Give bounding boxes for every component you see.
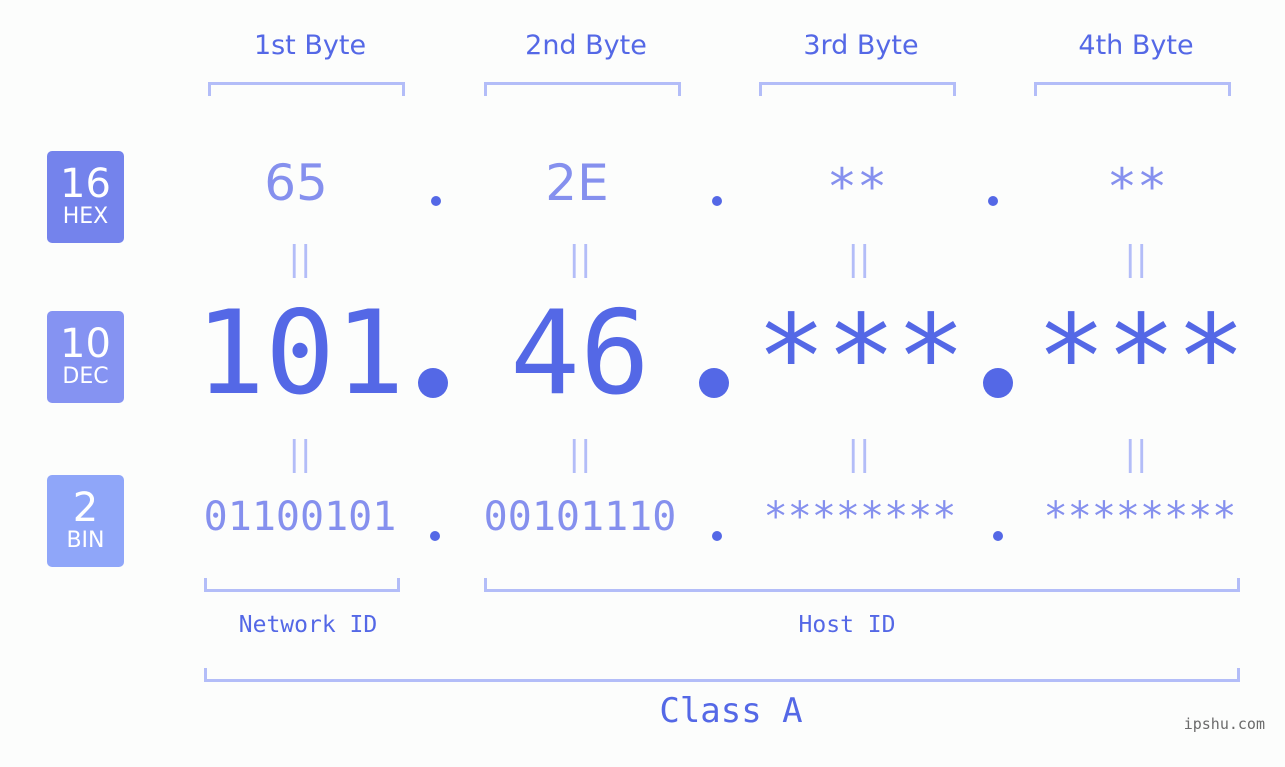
dec-value-2: 46 <box>510 286 650 421</box>
hex-value-2: 2E <box>545 154 609 212</box>
bin-badge: 2 BIN <box>47 475 124 567</box>
class-bracket <box>204 668 1240 682</box>
byte-title-2: 2nd Byte <box>525 30 647 61</box>
hex-separator-dot <box>431 196 441 206</box>
dec-badge: 10 DEC <box>47 311 124 403</box>
dec-value-1: 101 <box>195 286 405 421</box>
bin-value-1: 01100101 <box>203 494 397 540</box>
hex-separator-dot <box>988 196 998 206</box>
ip-class-label: Class A <box>659 691 803 731</box>
dec-badge-label: DEC <box>62 364 109 389</box>
byte-title-3: 3rd Byte <box>803 30 919 61</box>
watermark: ipshu.com <box>1183 715 1265 733</box>
dec-separator-dot <box>699 368 729 398</box>
hex-badge-label: HEX <box>62 204 109 229</box>
equals-icon: || <box>568 434 592 474</box>
equals-icon: || <box>1124 239 1148 279</box>
hex-badge-base: 16 <box>60 161 111 207</box>
byte-bracket-3 <box>759 82 956 96</box>
equals-icon: || <box>288 434 312 474</box>
dec-value-4: *** <box>1036 290 1246 425</box>
bin-value-2: 00101110 <box>483 494 677 540</box>
host-id-bracket <box>484 578 1240 592</box>
equals-icon: || <box>847 239 871 279</box>
hex-value-4: ** <box>1106 158 1168 216</box>
hex-separator-dot <box>712 196 722 206</box>
bin-separator-dot <box>712 531 722 541</box>
equals-icon: || <box>1124 434 1148 474</box>
network-id-bracket <box>204 578 400 592</box>
hex-badge: 16 HEX <box>47 151 124 243</box>
dec-separator-dot <box>418 368 448 398</box>
dec-value-3: *** <box>756 290 966 425</box>
byte-title-1: 1st Byte <box>253 30 367 61</box>
bin-value-3: ******** <box>763 494 957 540</box>
byte-bracket-4 <box>1034 82 1231 96</box>
bin-value-4: ******** <box>1043 494 1237 540</box>
hex-value-1: 65 <box>264 154 328 212</box>
host-id-label: Host ID <box>798 612 896 638</box>
hex-value-3: ** <box>826 158 888 216</box>
byte-bracket-2 <box>484 82 681 96</box>
equals-icon: || <box>568 239 592 279</box>
byte-bracket-1 <box>208 82 405 96</box>
bin-badge-label: BIN <box>66 528 105 553</box>
network-id-label: Network ID <box>238 612 378 638</box>
dec-separator-dot <box>983 368 1013 398</box>
byte-title-4: 4th Byte <box>1078 30 1194 61</box>
dec-badge-base: 10 <box>60 321 111 367</box>
bin-badge-base: 2 <box>72 485 99 531</box>
equals-icon: || <box>847 434 871 474</box>
bin-separator-dot <box>993 531 1003 541</box>
equals-icon: || <box>288 239 312 279</box>
bin-separator-dot <box>430 531 440 541</box>
